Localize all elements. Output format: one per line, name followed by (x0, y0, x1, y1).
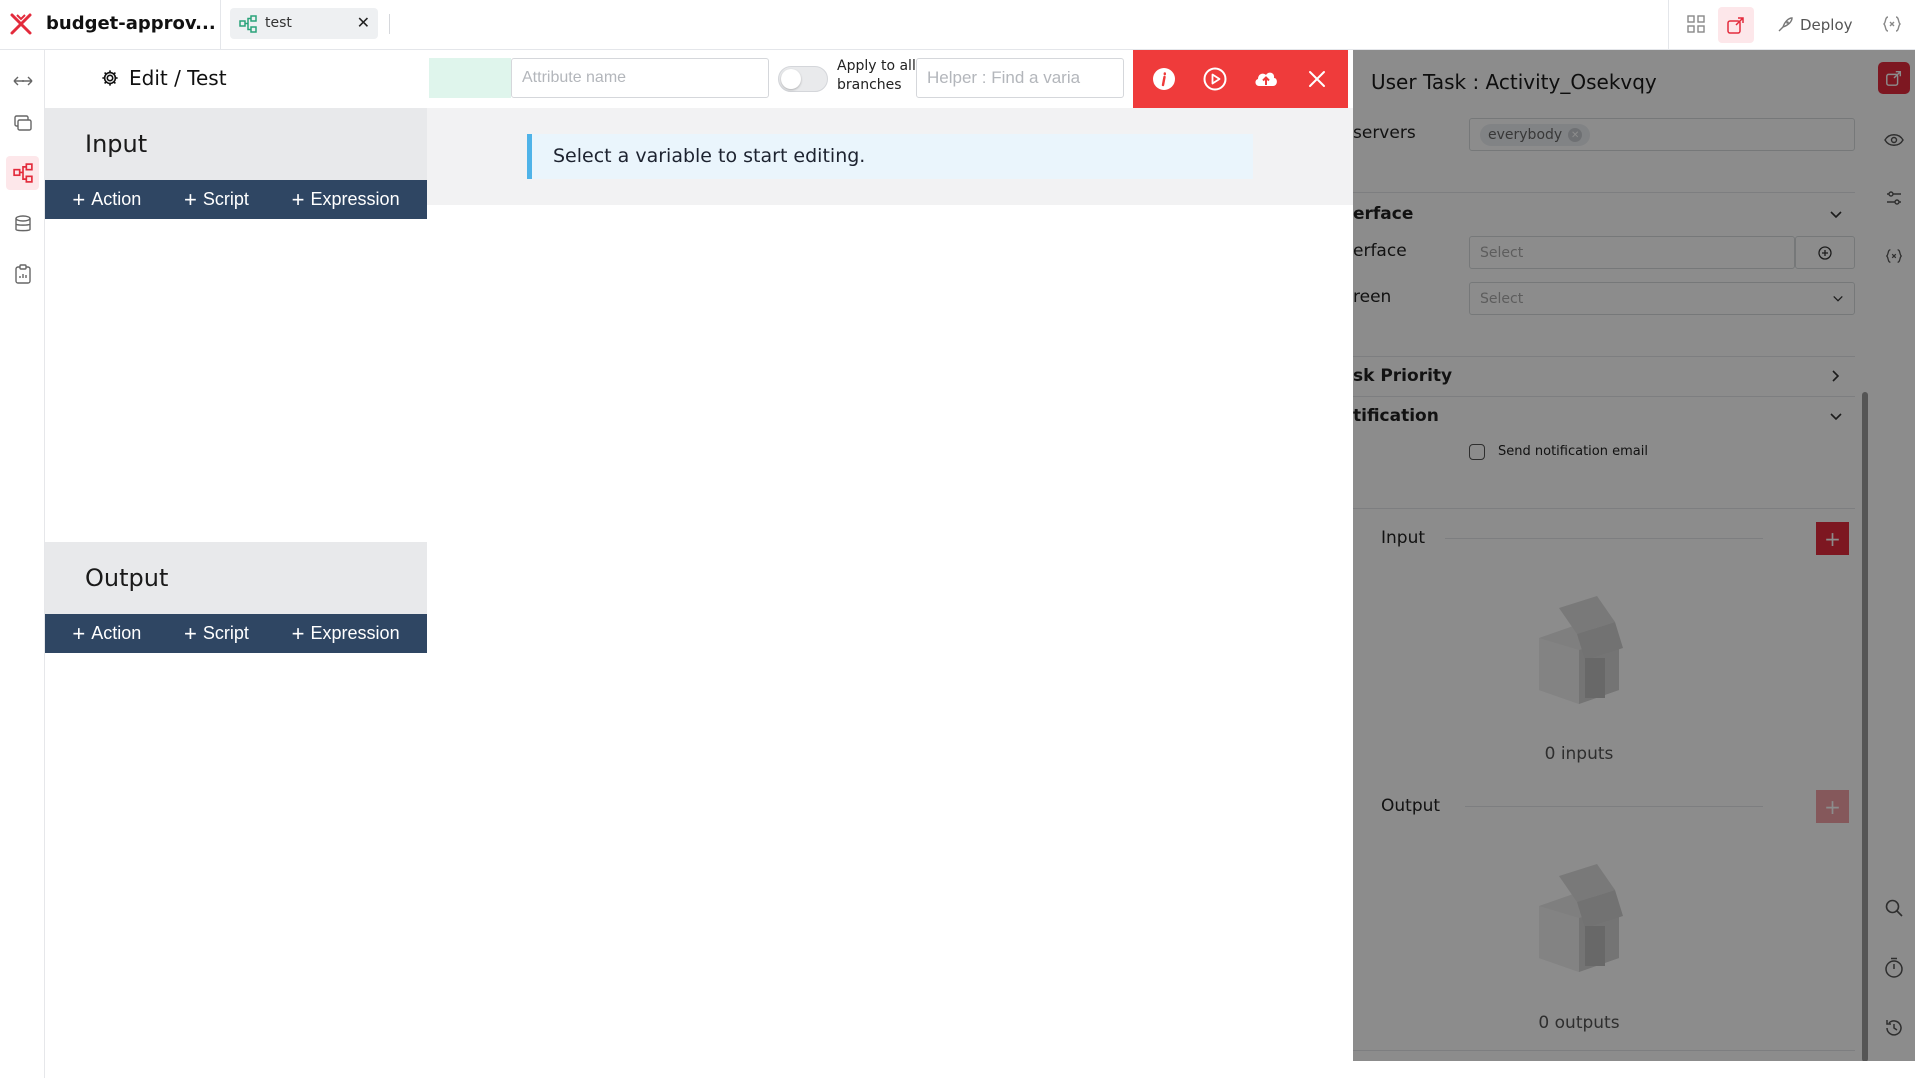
gear-icon[interactable] (101, 69, 119, 87)
scrollbar[interactable] (1862, 392, 1868, 1062)
button-label: Action (91, 189, 142, 209)
attribute-type-indicator (429, 58, 511, 98)
rocket-icon (1778, 17, 1793, 32)
logo-icon[interactable] (8, 11, 34, 37)
workflow-icon[interactable] (6, 156, 39, 190)
apply-all-toggle[interactable] (778, 66, 828, 92)
info-band: Select a variable to start editing. (427, 108, 1353, 205)
add-output-expression-button[interactable]: + Expression (291, 620, 400, 646)
toggle-knob (781, 69, 801, 89)
button-label: Script (202, 623, 249, 643)
attribute-name-input[interactable] (511, 58, 769, 98)
add-output-script-button[interactable]: + Script (184, 620, 249, 646)
plus-icon: + (291, 620, 305, 646)
add-input-script-button[interactable]: + Script (184, 186, 249, 212)
grid-icon[interactable] (1684, 12, 1708, 36)
layers-icon[interactable] (6, 106, 39, 140)
io-column: Input + Action + Script + Expression Output… (45, 108, 427, 1078)
editor-title-label: Edit / Test (129, 66, 227, 90)
add-input-expression-button[interactable]: + Expression (291, 186, 400, 212)
button-label: Expression (310, 189, 400, 209)
editor-panel: Edit / Test Apply to all branches Input (45, 50, 1353, 1078)
output-title: Output (85, 564, 169, 592)
button-label: Script (202, 189, 249, 209)
deploy-button[interactable]: Deploy (1776, 14, 1853, 36)
tab-test[interactable]: test ✕ (230, 8, 378, 39)
deploy-label: Deploy (1800, 16, 1853, 34)
divider (389, 14, 390, 34)
plus-icon: + (184, 186, 197, 212)
editor-header: Edit / Test Apply to all branches (45, 50, 1353, 108)
info-message-text: Select a variable to start editing. (553, 145, 866, 167)
workflow-icon (239, 15, 257, 33)
tab-label: test (265, 15, 292, 31)
play-icon[interactable] (1195, 59, 1235, 99)
database-icon[interactable] (6, 207, 39, 241)
plus-icon: + (72, 620, 86, 646)
export-icon[interactable] (1718, 7, 1754, 43)
modal-overlay (1873, 50, 1915, 1061)
variable-icon[interactable] (1880, 12, 1904, 36)
button-label: Expression (310, 623, 400, 643)
clipboard-icon[interactable] (6, 257, 39, 291)
close-icon[interactable]: ✕ (357, 13, 370, 32)
close-icon[interactable] (1297, 59, 1337, 99)
editor-title: Edit / Test (101, 66, 227, 90)
right-rail (1873, 50, 1915, 1061)
input-title: Input (85, 130, 148, 158)
divider (220, 0, 221, 50)
add-input-action-button[interactable]: + Action (72, 186, 142, 212)
input-section-header: Input (45, 108, 427, 180)
info-icon[interactable] (1144, 59, 1184, 99)
top-bar: budget-approv... test ✕ Deploy (0, 0, 1915, 50)
editor-main-area: Select a variable to start editing. (427, 108, 1353, 1078)
properties-panel: User Task : Activity_Osekvqy servers eve… (1353, 50, 1873, 1061)
upload-icon[interactable] (1246, 59, 1286, 99)
app-title[interactable]: budget-approv... (46, 13, 216, 34)
left-rail (0, 50, 45, 1078)
divider (1668, 0, 1669, 50)
info-message: Select a variable to start editing. (527, 134, 1253, 179)
arrows-icon[interactable] (6, 64, 39, 98)
apply-all-label: Apply to all branches (837, 58, 916, 93)
output-actions-bar: + Action + Script + Expression (45, 614, 427, 653)
helper-search-input[interactable] (916, 58, 1124, 98)
editor-toolbar (1133, 50, 1348, 108)
plus-icon: + (291, 186, 305, 212)
input-actions-bar: + Action + Script + Expression (45, 180, 427, 219)
modal-overlay[interactable] (1353, 50, 1873, 1061)
add-output-action-button[interactable]: + Action (72, 620, 142, 646)
output-section-header: Output (45, 542, 427, 614)
plus-icon: + (184, 620, 197, 646)
bottom-strip (1353, 1061, 1915, 1078)
plus-icon: + (72, 186, 86, 212)
button-label: Action (91, 623, 142, 643)
